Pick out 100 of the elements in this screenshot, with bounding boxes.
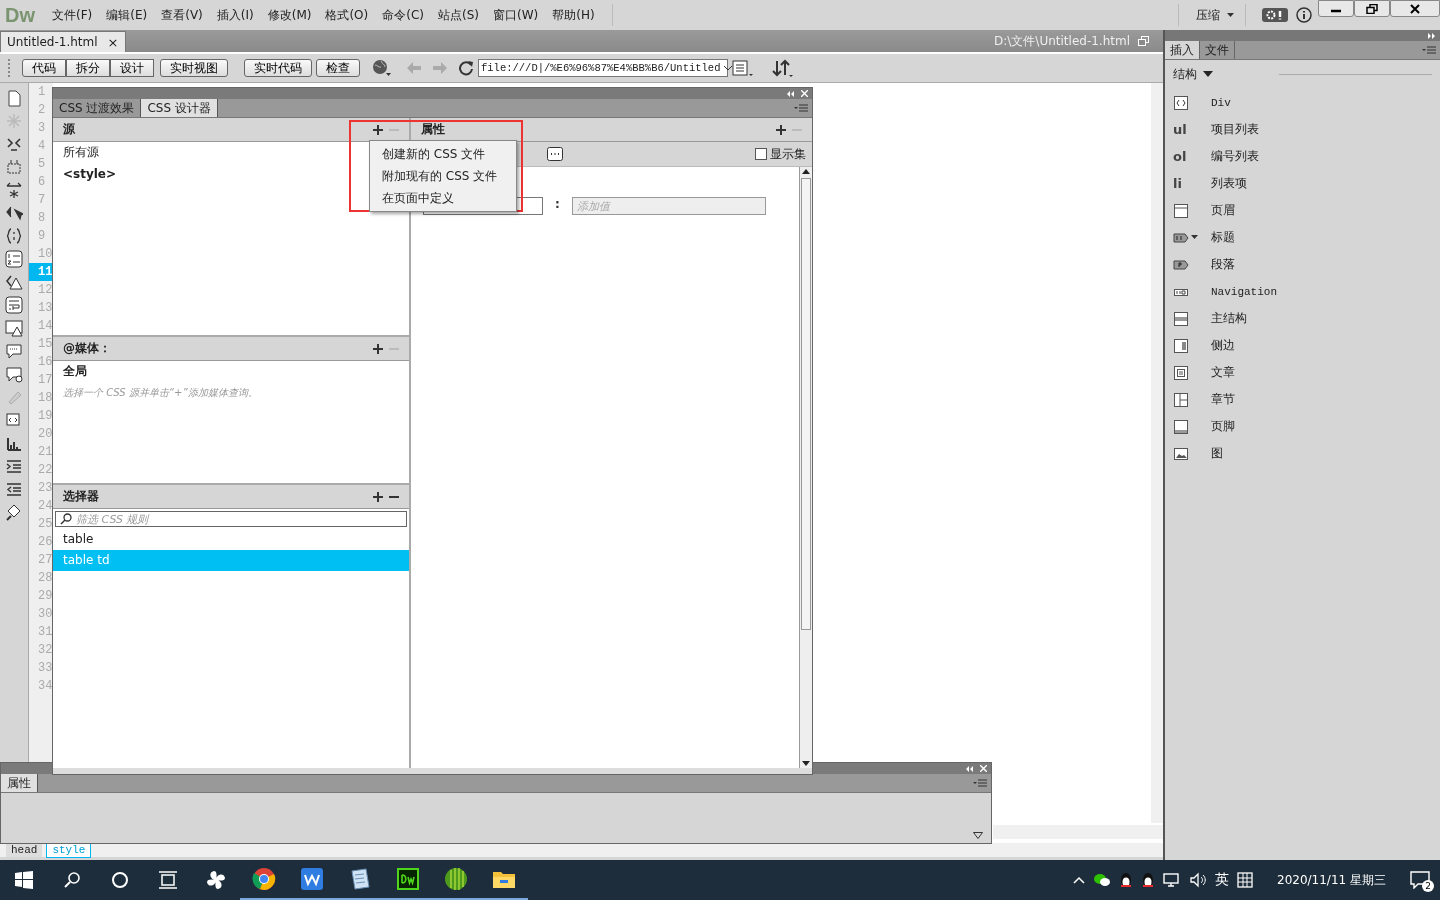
indent-icon[interactable] — [5, 457, 23, 475]
menu-option[interactable]: 在页面中定义 — [370, 187, 516, 209]
panel-tab[interactable]: 属性 — [1, 774, 38, 792]
pinwheel-icon[interactable] — [205, 869, 227, 891]
cursor-tag-icon[interactable] — [5, 204, 23, 222]
insert-item[interactable]: Navigation — [1211, 285, 1277, 298]
insert-item[interactable]: 文章 — [1211, 364, 1235, 381]
vertical-scrollbar[interactable] — [799, 167, 812, 768]
notepad-icon[interactable] — [348, 867, 372, 891]
search-icon[interactable] — [63, 871, 81, 889]
browser-icon[interactable] — [252, 867, 276, 891]
insert-item[interactable]: 章节 — [1211, 391, 1235, 408]
volume-icon[interactable] — [1189, 872, 1207, 888]
menu-item[interactable]: 站点(S) — [431, 6, 486, 24]
warning-tag-icon[interactable] — [5, 273, 23, 291]
expand-down-icon[interactable] — [973, 832, 983, 839]
menu-item[interactable]: 命令(C) — [375, 6, 431, 24]
remove-comment-icon[interactable] — [5, 365, 23, 383]
more-options-icon[interactable] — [547, 147, 563, 161]
minimize-button[interactable] — [1318, 0, 1354, 17]
menu-item[interactable]: 编辑(E) — [99, 6, 155, 24]
view-button[interactable]: 设计 — [110, 59, 154, 77]
outdent-icon[interactable] — [5, 480, 23, 498]
chat-bubbles-icon[interactable] — [1093, 872, 1111, 888]
windows-start-icon[interactable] — [15, 871, 33, 889]
circle-icon[interactable] — [111, 871, 129, 889]
caret-icon[interactable] — [1191, 235, 1198, 240]
property-value-field[interactable]: 添加值 — [571, 197, 766, 215]
vertical-scrollbar[interactable] — [1151, 83, 1163, 823]
arrows-asterisk-icon[interactable] — [5, 181, 23, 199]
close-icon[interactable] — [801, 90, 808, 97]
workspace-switcher[interactable]: 压缩 — [1189, 6, 1227, 24]
close-icon[interactable] — [980, 765, 987, 772]
selector-item[interactable]: table — [53, 529, 409, 550]
restore-button[interactable] — [1354, 0, 1390, 17]
add-icon[interactable] — [373, 491, 383, 502]
insert-item[interactable]: 图 — [1211, 445, 1223, 462]
clock-date[interactable]: 2020/11/11 星期三 — [1277, 871, 1386, 889]
insert-item[interactable]: 段落 — [1211, 256, 1235, 273]
insert-item[interactable]: Div — [1211, 96, 1231, 109]
insert-item[interactable]: 页脚 — [1211, 418, 1235, 435]
expand-icon[interactable] — [1428, 32, 1436, 39]
expand-arrows-icon[interactable] — [5, 135, 23, 153]
filter-field[interactable]: 筛选 CSS 规则 — [55, 511, 407, 527]
collapse-icon[interactable] — [787, 90, 795, 97]
format-brush-icon[interactable] — [5, 503, 23, 521]
chevron-up-icon[interactable] — [1073, 876, 1085, 884]
restore-window-icon[interactable] — [1138, 36, 1149, 46]
add-icon[interactable] — [373, 343, 383, 354]
menu-item[interactable]: 插入(I) — [209, 6, 261, 24]
comment-icon[interactable] — [5, 342, 23, 360]
keyboard-grid-icon[interactable] — [1237, 872, 1253, 888]
show-set-checkbox[interactable]: 显示集 — [755, 145, 806, 163]
image-warning-icon[interactable] — [5, 319, 23, 337]
code-snippet-icon[interactable] — [5, 411, 23, 429]
close-button[interactable] — [1390, 0, 1440, 17]
insert-item[interactable]: 侧边 — [1211, 337, 1235, 354]
menu-item[interactable]: 格式(O) — [318, 6, 376, 24]
view-button[interactable]: 拆分 — [66, 59, 110, 77]
source-item[interactable]: <style> — [63, 167, 117, 181]
source-item[interactable]: 所有源 — [63, 144, 99, 161]
add-icon[interactable] — [776, 124, 786, 135]
dashed-box-icon[interactable] — [5, 158, 23, 176]
caret-icon[interactable] — [1227, 12, 1235, 18]
insert-item[interactable]: 项目列表 — [1211, 121, 1259, 138]
toolbar-button[interactable]: 实时代码 — [244, 59, 312, 77]
notification-icon[interactable] — [1410, 871, 1430, 889]
add-icon[interactable] — [373, 124, 383, 135]
menu-item[interactable]: 文件(F) — [45, 6, 100, 24]
panel-tab[interactable]: 插入 — [1165, 41, 1200, 59]
insert-item[interactable]: 主结构 — [1211, 310, 1247, 327]
insert-item[interactable]: 编号列表 — [1211, 148, 1259, 165]
horizontal-scrollbar[interactable] — [993, 825, 1163, 839]
panel-tab[interactable]: CSS 设计器 — [141, 99, 218, 117]
menu-option[interactable]: 创建新的 CSS 文件 — [370, 143, 516, 165]
menu-item[interactable]: 修改(M) — [260, 6, 319, 24]
network-icon[interactable] — [1163, 872, 1181, 888]
penguin-icon[interactable] — [1141, 871, 1155, 889]
sort-arrows-icon[interactable] — [772, 59, 794, 77]
document-app-icon[interactable] — [301, 868, 323, 890]
menu-item[interactable]: 查看(V) — [154, 6, 210, 24]
menu-item[interactable]: 帮助(H) — [545, 6, 602, 24]
braces-icon[interactable] — [5, 227, 23, 245]
insert-item[interactable]: 列表项 — [1211, 175, 1247, 192]
menu-option[interactable]: 附加现有的 CSS 文件 — [370, 165, 516, 187]
input-language[interactable]: 英 — [1215, 871, 1229, 889]
folder-icon[interactable] — [492, 869, 516, 889]
task-view-icon[interactable] — [158, 871, 178, 889]
info-icon[interactable] — [1296, 7, 1312, 23]
toolbar-button[interactable]: 检查 — [316, 59, 360, 77]
penguin-icon[interactable] — [1119, 871, 1133, 889]
media-item[interactable]: 全局 — [63, 363, 87, 380]
insert-item[interactable]: 标题 — [1211, 229, 1235, 246]
view-button[interactable]: 代码 — [22, 59, 66, 77]
wrap-lines-icon[interactable] — [5, 296, 23, 314]
document-tab[interactable]: Untitled-1.html × — [0, 31, 126, 52]
list-options-icon[interactable] — [732, 59, 754, 77]
document-icon[interactable] — [5, 89, 23, 107]
view-button[interactable]: 实时视图 — [160, 59, 228, 77]
category-dropdown[interactable]: 结构 — [1173, 66, 1197, 83]
